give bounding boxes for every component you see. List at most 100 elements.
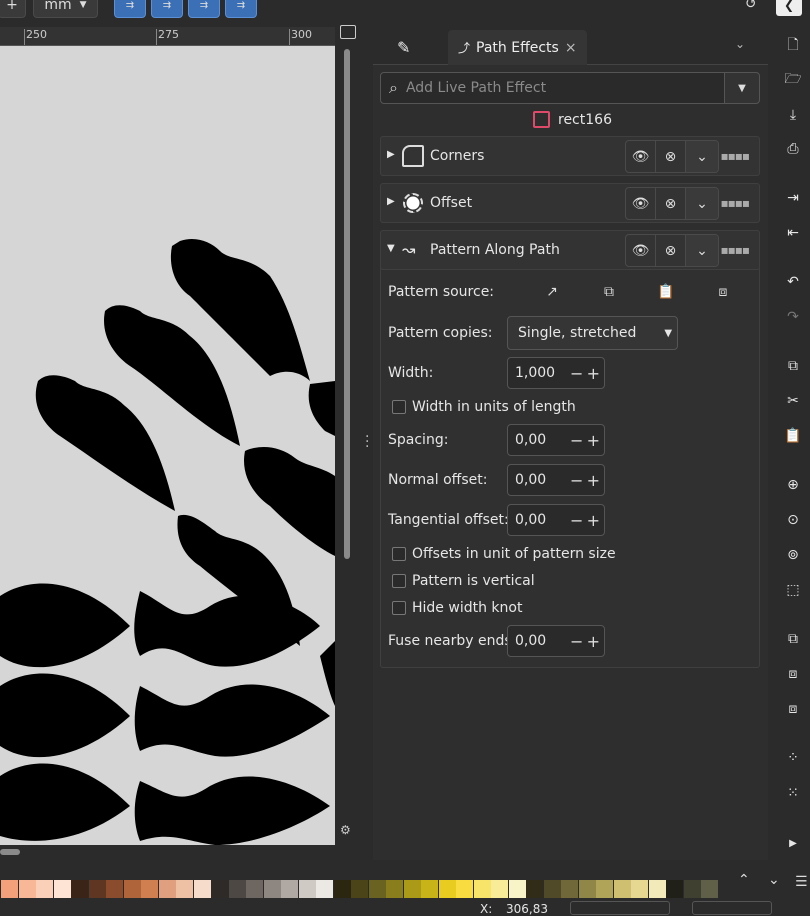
fuse-value[interactable]: 0,00: [508, 633, 570, 649]
color-swatch[interactable]: [298, 880, 316, 898]
color-swatch[interactable]: [123, 880, 141, 898]
minus-icon[interactable]: −: [570, 471, 583, 490]
more-icon[interactable]: ▶: [783, 833, 803, 853]
panel-divider[interactable]: · · ·: [360, 27, 373, 860]
color-swatch[interactable]: [246, 880, 263, 898]
hide-width-knot-checkbox[interactable]: Hide width knot: [392, 600, 522, 616]
color-swatch[interactable]: [421, 880, 438, 898]
duplicate-icon[interactable]: ⧉: [783, 629, 803, 649]
cut-icon[interactable]: ✂: [783, 391, 803, 411]
width-value[interactable]: 1,000: [508, 365, 570, 381]
minus-icon[interactable]: −: [570, 364, 583, 383]
back-button[interactable]: ❮: [776, 0, 802, 16]
eye-icon[interactable]: 👁: [626, 141, 656, 172]
expand-icon[interactable]: ▶: [387, 196, 395, 207]
pattern-vertical-checkbox[interactable]: Pattern is vertical: [392, 573, 535, 589]
width-spinbox[interactable]: 1,000 − +: [507, 357, 605, 389]
color-swatch[interactable]: [491, 880, 508, 898]
zoom-selection-icon[interactable]: ⊕: [783, 475, 803, 495]
checkbox[interactable]: [392, 601, 406, 615]
color-swatch[interactable]: [333, 880, 351, 898]
color-swatch[interactable]: [456, 880, 473, 898]
eye-icon[interactable]: 👁: [626, 235, 656, 266]
paste-icon[interactable]: 📋: [783, 426, 803, 446]
tangential-offset-value[interactable]: 0,00: [508, 512, 570, 528]
color-swatch[interactable]: [351, 880, 368, 898]
drag-grip-icon[interactable]: ▪▪▪▪: [720, 149, 750, 163]
checkbox[interactable]: [392, 547, 406, 561]
chevron-down-icon[interactable]: ⌄: [686, 188, 718, 219]
checkbox[interactable]: [392, 574, 406, 588]
snap-button-2[interactable]: ⇉: [151, 0, 183, 18]
color-swatch[interactable]: [596, 880, 613, 898]
spacing-value[interactable]: 0,00: [508, 432, 570, 448]
color-swatch[interactable]: [403, 880, 421, 898]
width-units-checkbox[interactable]: Width in units of length: [392, 399, 576, 415]
lock-guides-icon[interactable]: ⚙: [340, 823, 351, 837]
remove-icon[interactable]: ⊗: [656, 235, 686, 266]
spacing-spinbox[interactable]: 0,00 − +: [507, 424, 605, 456]
color-swatch[interactable]: [561, 880, 578, 898]
zoom-page-icon[interactable]: ⊚: [783, 545, 803, 565]
snap-button-3[interactable]: ⇉: [188, 0, 220, 18]
color-swatch[interactable]: [53, 880, 71, 898]
ungroup-icon[interactable]: ⁙: [783, 783, 803, 803]
color-swatch[interactable]: [683, 880, 701, 898]
color-swatch[interactable]: [386, 880, 403, 898]
color-swatch[interactable]: [473, 880, 491, 898]
snap-button-1[interactable]: ⇉: [114, 0, 146, 18]
snap-button-4[interactable]: ⇉: [225, 0, 257, 18]
normal-offset-spinbox[interactable]: 0,00 − +: [507, 464, 605, 496]
expand-icon[interactable]: ▶: [387, 149, 395, 160]
plus-icon[interactable]: +: [587, 511, 600, 530]
plus-icon[interactable]: +: [587, 431, 600, 450]
color-swatch[interactable]: [211, 880, 228, 898]
color-swatch[interactable]: [648, 880, 666, 898]
color-swatch[interactable]: [88, 880, 106, 898]
minus-icon[interactable]: −: [570, 632, 583, 651]
scrollbar-thumb[interactable]: [344, 49, 350, 559]
unit-select[interactable]: mm ▼: [33, 0, 98, 18]
effect-dropdown-button[interactable]: ▼: [724, 72, 760, 104]
redo-icon[interactable]: ↷: [783, 307, 803, 327]
drag-grip-icon[interactable]: ▪▪▪▪: [720, 196, 750, 210]
export-icon[interactable]: ⇤: [783, 223, 803, 243]
color-swatch[interactable]: [281, 880, 298, 898]
normal-offset-value[interactable]: 0,00: [508, 472, 570, 488]
color-swatch[interactable]: [36, 880, 53, 898]
pattern-copies-select[interactable]: Single, stretched ▼: [507, 316, 678, 350]
eye-icon[interactable]: 👁: [626, 188, 656, 219]
paste-icon[interactable]: 📋: [657, 283, 675, 301]
color-swatch[interactable]: [543, 880, 561, 898]
minus-icon[interactable]: −: [570, 511, 583, 530]
color-swatch[interactable]: [71, 880, 88, 898]
color-swatch[interactable]: [578, 880, 596, 898]
zoom-drawing-icon[interactable]: ⊙: [783, 510, 803, 530]
display-icon[interactable]: [340, 25, 356, 39]
drawing-canvas[interactable]: [0, 46, 335, 845]
drag-handle-icon[interactable]: · · ·: [365, 430, 369, 454]
fuse-spinbox[interactable]: 0,00 − +: [507, 625, 605, 657]
tab-fill-stroke[interactable]: ✎: [387, 30, 420, 65]
tab-path-effects[interactable]: ⤴ Path Effects ×: [448, 30, 587, 65]
color-swatch[interactable]: [438, 880, 456, 898]
refresh-icon[interactable]: ↺: [745, 0, 757, 12]
chevron-down-icon[interactable]: ⌄: [686, 141, 718, 172]
color-swatch[interactable]: [1, 880, 18, 898]
copy-icon[interactable]: ⧉: [783, 356, 803, 376]
effect-row-corners[interactable]: ▶ Corners 👁 ⊗ ⌄ ▪▪▪▪: [380, 136, 760, 176]
remove-icon[interactable]: ⊗: [656, 141, 686, 172]
color-swatch[interactable]: [263, 880, 281, 898]
color-swatch[interactable]: [666, 880, 683, 898]
unlink-clone-icon[interactable]: ⧈: [783, 699, 803, 719]
zoom-width-icon[interactable]: ⬚: [783, 580, 803, 600]
group-icon[interactable]: ⁘: [783, 748, 803, 768]
add-icon[interactable]: +: [0, 0, 26, 18]
color-swatch[interactable]: [316, 880, 333, 898]
chevron-down-icon[interactable]: ⌄: [686, 235, 718, 266]
color-swatch[interactable]: [176, 880, 193, 898]
color-swatch[interactable]: [526, 880, 543, 898]
copy-icon[interactable]: ⧉: [600, 283, 618, 301]
new-document-icon[interactable]: 🗋: [783, 36, 803, 56]
horizontal-scrollbar[interactable]: [0, 845, 335, 860]
